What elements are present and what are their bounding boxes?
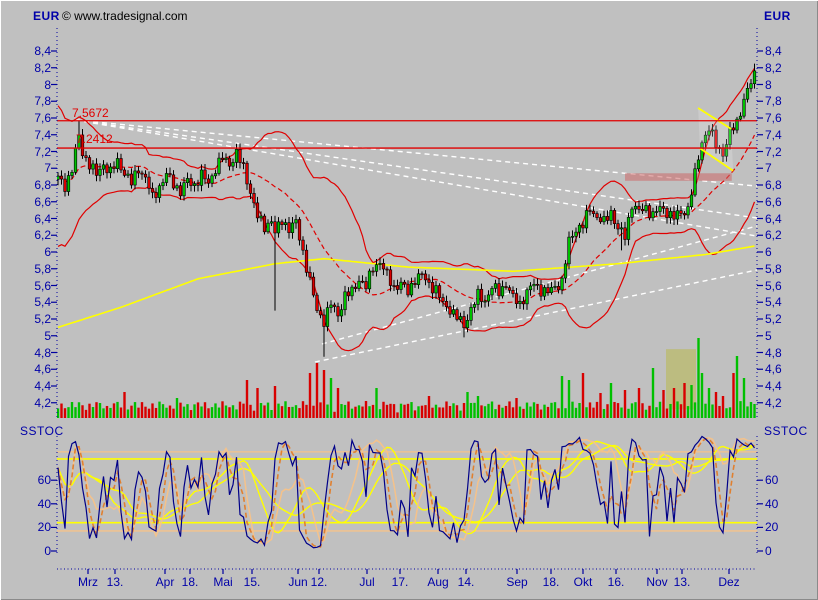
x-axis-label: 15.: [234, 575, 270, 589]
price-tick-label: 7: [21, 161, 51, 175]
sstoc-tick-label: 40: [765, 497, 799, 511]
x-axis-label: 18.: [533, 575, 569, 589]
price-tick-label: 7,6: [765, 111, 799, 125]
price-tick-label: 8: [21, 78, 51, 92]
price-tick-label: 5: [765, 329, 799, 343]
price-tick-label: 7,6: [21, 111, 51, 125]
price-tick-label: 6,4: [21, 212, 51, 226]
sstoc-tick-label: 0: [21, 544, 51, 558]
resistance-price-label-2: 7.2412: [76, 132, 113, 146]
price-tick-label: 5,8: [765, 262, 799, 276]
price-tick-label: 6,2: [21, 228, 51, 242]
x-axis-label: Jul: [349, 575, 385, 589]
price-tick-label: 4,2: [765, 396, 799, 410]
price-tick-label: 7,8: [21, 94, 51, 108]
price-tick-label: 7,2: [765, 145, 799, 159]
price-tick-label: 8,2: [765, 61, 799, 75]
price-tick-label: 5,8: [21, 262, 51, 276]
sstoc-tick-label: 20: [21, 520, 51, 534]
x-axis-label: 17.: [382, 575, 418, 589]
price-tick-label: 4,8: [765, 346, 799, 360]
copyright-text: © www.tradesignal.com: [62, 9, 188, 23]
price-tick-label: 4,4: [21, 379, 51, 393]
price-tick-label: 8: [765, 78, 799, 92]
sstoc-tick-label: 0: [765, 544, 799, 558]
price-tick-label: 7: [765, 161, 799, 175]
price-tick-label: 8,4: [765, 44, 799, 58]
price-tick-label: 7,4: [21, 128, 51, 142]
x-axis-label: Dez: [711, 575, 747, 589]
price-tick-label: 5: [21, 329, 51, 343]
price-tick-label: 5,2: [765, 312, 799, 326]
price-tick-label: 7,4: [765, 128, 799, 142]
price-tick-label: 7,2: [21, 145, 51, 159]
price-tick-label: 6,8: [765, 178, 799, 192]
sstoc-panel-label-left: SSTOC: [20, 424, 64, 438]
price-tick-label: 4,8: [21, 346, 51, 360]
price-tick-label: 6,2: [765, 228, 799, 242]
tradesignal-chart-window: EUR © www.tradesignal.com EUR SSTOC SSTO…: [0, 0, 818, 600]
sstoc-panel-label-right: SSTOC: [764, 424, 808, 438]
price-tick-label: 5,6: [765, 279, 799, 293]
resistance-price-label-1: 7.5672: [72, 106, 109, 120]
price-tick-label: 6,6: [21, 195, 51, 209]
x-axis-label: 13.: [664, 575, 700, 589]
price-tick-label: 5,2: [21, 312, 51, 326]
price-tick-label: 7,8: [765, 94, 799, 108]
price-tick-label: 4,4: [765, 379, 799, 393]
price-tick-label: 5,4: [21, 295, 51, 309]
price-tick-label: 6,8: [21, 178, 51, 192]
chart-canvas[interactable]: [0, 0, 818, 600]
currency-label-right: EUR: [764, 9, 791, 23]
price-tick-label: 4,2: [21, 396, 51, 410]
x-axis-label: 18.: [172, 575, 208, 589]
x-axis-label: Okt: [565, 575, 601, 589]
price-tick-label: 6: [765, 245, 799, 259]
price-tick-label: 6,4: [765, 212, 799, 226]
currency-label-left: EUR: [33, 9, 60, 23]
x-axis-label: 14.: [448, 575, 484, 589]
price-tick-label: 4,6: [21, 362, 51, 376]
sstoc-tick-label: 20: [765, 520, 799, 534]
sstoc-tick-label: 60: [765, 473, 799, 487]
price-tick-label: 6,6: [765, 195, 799, 209]
price-tick-label: 6: [21, 245, 51, 259]
price-tick-label: 5,4: [765, 295, 799, 309]
price-tick-label: 4,6: [765, 362, 799, 376]
x-axis-label: Sep: [499, 575, 535, 589]
price-tick-label: 8,4: [21, 44, 51, 58]
x-axis-label: 12.: [301, 575, 337, 589]
sstoc-tick-label: 40: [21, 497, 51, 511]
x-axis-label: 13.: [97, 575, 133, 589]
sstoc-tick-label: 60: [21, 473, 51, 487]
price-tick-label: 5,6: [21, 279, 51, 293]
x-axis-label: 16.: [598, 575, 634, 589]
price-tick-label: 8,2: [21, 61, 51, 75]
